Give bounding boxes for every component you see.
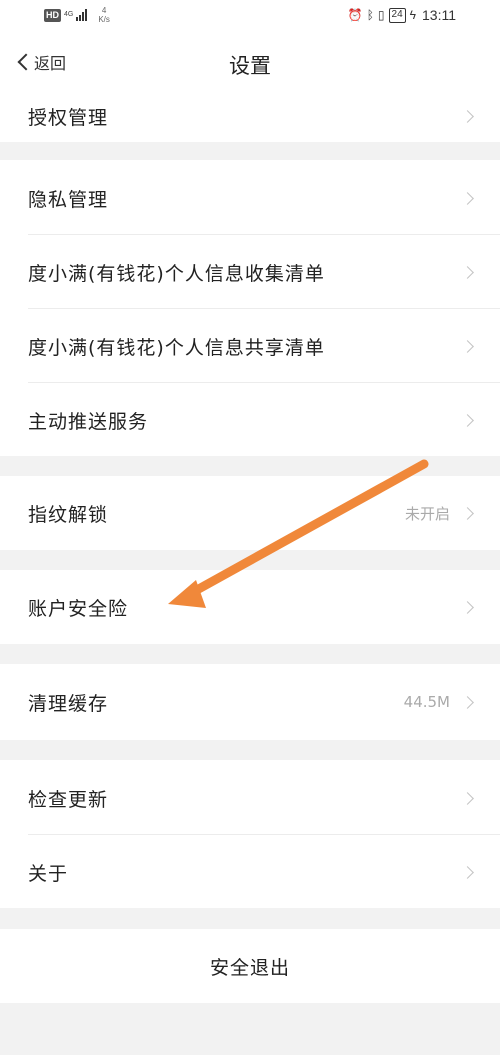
battery-icon: 24	[388, 7, 406, 23]
logout-button[interactable]: 安全退出	[0, 929, 500, 1003]
vibrate-icon: ▯	[377, 8, 385, 22]
chevron-right-icon	[461, 109, 474, 123]
network-speed: 4 K/s	[98, 6, 110, 24]
chevron-right-icon	[461, 600, 474, 614]
settings-item-fingerprint-unlock[interactable]: 指纹解锁 未开启	[0, 477, 500, 549]
settings-item-about[interactable]: 关于	[0, 836, 500, 908]
settings-item-label: 隐私管理	[28, 188, 109, 211]
chevron-right-icon	[461, 265, 474, 279]
settings-item-label: 度小满(有钱花)个人信息共享清单	[28, 336, 325, 359]
settings-group-fingerprint: 指纹解锁 未开启	[0, 476, 500, 550]
chevron-right-icon	[461, 865, 474, 879]
chevron-right-icon	[461, 791, 474, 805]
settings-item-label: 账户安全险	[28, 597, 129, 620]
status-left: HD 4G 4 K/s	[44, 6, 110, 24]
settings-item-label: 指纹解锁	[28, 503, 109, 526]
network-type: 4G	[64, 11, 74, 18]
settings-item-label: 度小满(有钱花)个人信息收集清单	[28, 262, 325, 285]
page-title: 设置	[229, 54, 271, 78]
settings-item-clear-cache[interactable]: 清理缓存 44.5M	[0, 666, 500, 738]
settings-item-privacy[interactable]: 隐私管理	[0, 162, 500, 234]
status-right: ⏰ ᛒ ▯ 24 ϟ 13:11	[348, 7, 456, 23]
divider	[28, 834, 500, 835]
chevron-right-icon	[461, 506, 474, 520]
settings-group-privacy: 隐私管理 度小满(有钱花)个人信息收集清单 度小满(有钱花)个人信息共享清单 主…	[0, 160, 500, 456]
settings-item-collection-list[interactable]: 度小满(有钱花)个人信息收集清单	[0, 236, 500, 308]
chevron-right-icon	[461, 191, 474, 205]
settings-item-push-service[interactable]: 主动推送服务	[0, 384, 500, 456]
speed-unit: K/s	[98, 15, 110, 24]
settings-item-label: 检查更新	[28, 788, 109, 811]
signal-icon	[76, 9, 88, 21]
divider	[28, 308, 500, 309]
settings-item-label: 清理缓存	[28, 692, 109, 715]
settings-item-label: 授权管理	[28, 106, 109, 129]
settings-item-check-update[interactable]: 检查更新	[0, 762, 500, 834]
battery-level: 24	[391, 9, 403, 20]
settings-item-account-insurance[interactable]: 账户安全险	[0, 571, 500, 643]
divider	[28, 382, 500, 383]
clock: 13:11	[422, 7, 456, 23]
settings-item-sharing-list[interactable]: 度小满(有钱花)个人信息共享清单	[0, 310, 500, 382]
logout-label: 安全退出	[209, 956, 290, 979]
cache-size: 44.5M	[403, 693, 450, 711]
settings-group-insurance: 账户安全险	[0, 570, 500, 644]
chevron-right-icon	[461, 695, 474, 709]
chevron-right-icon	[461, 339, 474, 353]
divider	[28, 234, 500, 235]
settings-item-label: 关于	[28, 862, 69, 885]
settings-group-app: 检查更新 关于	[0, 760, 500, 908]
status-bar: HD 4G 4 K/s ⏰ ᛒ ▯ 24 ϟ 13:11	[0, 0, 500, 36]
bluetooth-icon: ᛒ	[366, 8, 374, 22]
settings-item-authorization[interactable]: 授权管理	[0, 80, 500, 152]
fingerprint-status: 未开启	[404, 504, 450, 523]
charging-icon: ϟ	[409, 8, 416, 22]
settings-item-label: 主动推送服务	[28, 410, 149, 433]
settings-group-cache: 清理缓存 44.5M	[0, 664, 500, 740]
speed-value: 4	[101, 6, 107, 15]
hd-badge: HD	[44, 8, 61, 22]
settings-group-authorization: 授权管理	[0, 90, 500, 142]
alarm-icon: ⏰	[347, 8, 363, 22]
chevron-right-icon	[461, 413, 474, 427]
